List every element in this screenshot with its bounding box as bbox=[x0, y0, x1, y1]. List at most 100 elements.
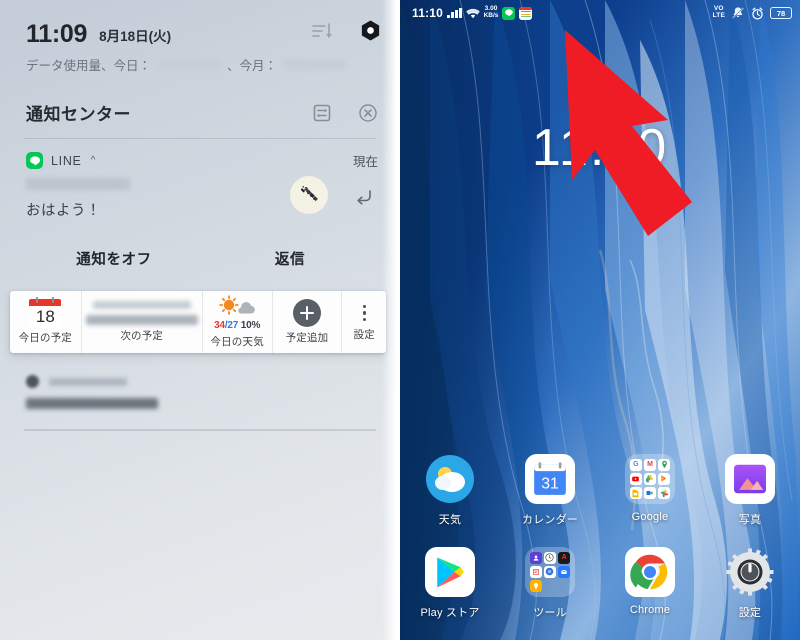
folder-icon-play bbox=[658, 473, 670, 485]
widget-today-label: 今日の予定 bbox=[18, 332, 73, 344]
app-settings[interactable]: 設定 bbox=[700, 537, 800, 630]
folder-google-label: Google bbox=[631, 511, 669, 523]
folder-icon-flashlight bbox=[530, 580, 542, 592]
data-usage-month-redacted bbox=[284, 59, 347, 70]
notification-center-actions bbox=[312, 103, 378, 123]
tools-folder-icon: A bbox=[525, 547, 575, 597]
turn-off-notifications-button[interactable]: 通知をオフ bbox=[26, 248, 202, 269]
photos-app-icon bbox=[725, 454, 775, 504]
secondary-notification-header bbox=[26, 375, 374, 388]
shade-header: 11:09 8月18日(火) データ使用量、今日： 、今月： bbox=[0, 0, 400, 74]
giraffe-avatar bbox=[290, 176, 328, 214]
widget-next-redacted bbox=[85, 301, 198, 325]
widget-settings[interactable]: 設定 bbox=[342, 291, 386, 353]
folder-icon-meet bbox=[644, 487, 656, 499]
svg-text:31: 31 bbox=[541, 476, 559, 493]
app-chrome[interactable]: Chrome bbox=[600, 537, 700, 630]
reply-button[interactable]: 返信 bbox=[202, 248, 378, 269]
folder-icon-drive bbox=[644, 473, 656, 485]
data-usage-today-redacted bbox=[158, 59, 221, 70]
folder-icon-dark-app: A bbox=[558, 552, 570, 564]
folder-icon-messages bbox=[558, 566, 570, 578]
widget-today-schedule[interactable]: 18 今日の予定 bbox=[10, 291, 82, 353]
app-photos[interactable]: 写真 bbox=[700, 444, 800, 537]
weather-high: 34 bbox=[214, 320, 225, 331]
notification-header: LINE ^ 現在 bbox=[26, 151, 378, 170]
red-arrow-pointer bbox=[565, 30, 692, 236]
kebab-menu-icon bbox=[362, 302, 366, 324]
notification-shade-panel: 11:09 8月18日(火) データ使用量、今日： 、今月： 通知センター LI… bbox=[0, 0, 400, 640]
folder-icon-contacts bbox=[530, 552, 542, 564]
calendar-icon: 18 bbox=[29, 297, 62, 327]
data-usage-prefix: データ使用量、今日： bbox=[26, 59, 152, 73]
folder-icon-google-search: G bbox=[630, 459, 642, 471]
app-weather[interactable]: 天気 bbox=[400, 444, 500, 537]
widget-bar-wrapper: 18 今日の予定 次の予定 34/27 10% 今日の天気 予定追加 設定 bbox=[10, 291, 386, 353]
folder-icon-youtube bbox=[630, 473, 642, 485]
app-weather-label: 天気 bbox=[438, 514, 462, 526]
folder-icon-photos bbox=[658, 487, 670, 499]
app-calendar[interactable]: 31 カレンダー bbox=[500, 444, 600, 537]
folder-icon-blue-circle-app bbox=[544, 566, 556, 578]
widget-settings-label: 設定 bbox=[353, 329, 375, 341]
app-play-store[interactable]: Play ストア bbox=[400, 537, 500, 630]
app-play-store-label: Play ストア bbox=[420, 607, 480, 619]
weather-precip: 10% bbox=[240, 320, 261, 331]
data-usage-row: データ使用量、今日： 、今月： bbox=[26, 55, 378, 74]
widget-weather[interactable]: 34/27 10% 今日の天気 bbox=[203, 291, 273, 353]
notification-center-row: 通知センター bbox=[0, 100, 400, 125]
sun-cloud-icon bbox=[214, 295, 260, 317]
folder-icon-clock bbox=[544, 552, 556, 564]
shade-header-icons bbox=[311, 19, 382, 42]
secondary-notification-text-redacted bbox=[26, 398, 158, 409]
notification-actions: 通知をオフ 返信 bbox=[26, 248, 378, 269]
reply-arrow-icon[interactable] bbox=[353, 186, 375, 208]
plus-icon bbox=[292, 299, 321, 327]
home-screen-panel: 11:10 3.00 KB/s VO LTE 78 天気 31 カレンダー G … bbox=[400, 0, 800, 640]
weather-temps: 34/27 10% bbox=[214, 320, 260, 331]
play-store-icon bbox=[425, 547, 475, 597]
app-settings-label: 設定 bbox=[738, 607, 762, 619]
shade-time-row: 11:09 8月18日(火) bbox=[26, 20, 380, 48]
gear-hex-icon[interactable] bbox=[359, 19, 382, 42]
google-folder-icon: G M bbox=[625, 454, 675, 504]
notification-settings-icon[interactable] bbox=[312, 103, 332, 123]
data-usage-middle: 、今月： bbox=[227, 59, 278, 73]
secondary-app-name-redacted bbox=[49, 377, 127, 386]
shade-date: 8月18日(火) bbox=[99, 29, 172, 44]
app-chrome-label: Chrome bbox=[629, 604, 671, 616]
shade-bottom-divider bbox=[24, 429, 376, 431]
line-app-icon bbox=[26, 152, 43, 169]
screenshot-root: 11:09 8月18日(火) データ使用量、今日： 、今月： 通知センター LI… bbox=[0, 0, 800, 640]
calendar-day-number: 18 bbox=[29, 306, 62, 327]
folder-icon-slides bbox=[630, 487, 642, 499]
chrome-icon bbox=[625, 547, 675, 597]
app-row-1: 天気 31 カレンダー G M Google 写真 bbox=[400, 444, 800, 537]
clear-all-icon[interactable] bbox=[358, 103, 378, 123]
folder-tools-label: ツール bbox=[533, 607, 567, 619]
widget-add-event[interactable]: 予定追加 bbox=[273, 291, 343, 353]
secondary-notification-redacted[interactable] bbox=[26, 375, 374, 409]
weather-app-icon bbox=[425, 454, 475, 504]
sort-list-icon[interactable] bbox=[311, 21, 333, 41]
widget-weather-label: 今日の天気 bbox=[210, 336, 264, 348]
folder-icon-gmail: M bbox=[644, 459, 656, 471]
line-notification-card[interactable]: LINE ^ 現在 おはよう！ 通知をオフ 返信 bbox=[0, 139, 400, 269]
folder-tools[interactable]: A ツール bbox=[500, 537, 600, 630]
app-grid: 天気 31 カレンダー G M Google 写真 Play ストア A ツール… bbox=[400, 444, 800, 630]
widget-next-label: 次の予定 bbox=[120, 330, 164, 342]
folder-icon-maps bbox=[658, 459, 670, 471]
secondary-app-icon bbox=[26, 375, 39, 388]
app-row-2: Play ストア A ツール Chrome 設定 bbox=[400, 537, 800, 630]
widget-next-schedule[interactable]: 次の予定 bbox=[82, 291, 203, 353]
folder-icon-notes bbox=[530, 566, 542, 578]
notification-center-title: 通知センター bbox=[26, 105, 131, 124]
app-photos-label: 写真 bbox=[738, 514, 762, 526]
folder-icon-empty-2 bbox=[558, 580, 570, 592]
shade-clock: 11:09 bbox=[26, 20, 88, 48]
notification-app-name: LINE bbox=[51, 153, 82, 168]
folder-google[interactable]: G M Google bbox=[600, 444, 700, 537]
chevron-up-icon[interactable]: ^ bbox=[91, 155, 96, 166]
widget-add-label: 予定追加 bbox=[285, 332, 329, 344]
calendar-widget-bar: 18 今日の予定 次の予定 34/27 10% 今日の天気 予定追加 設定 bbox=[10, 291, 386, 353]
